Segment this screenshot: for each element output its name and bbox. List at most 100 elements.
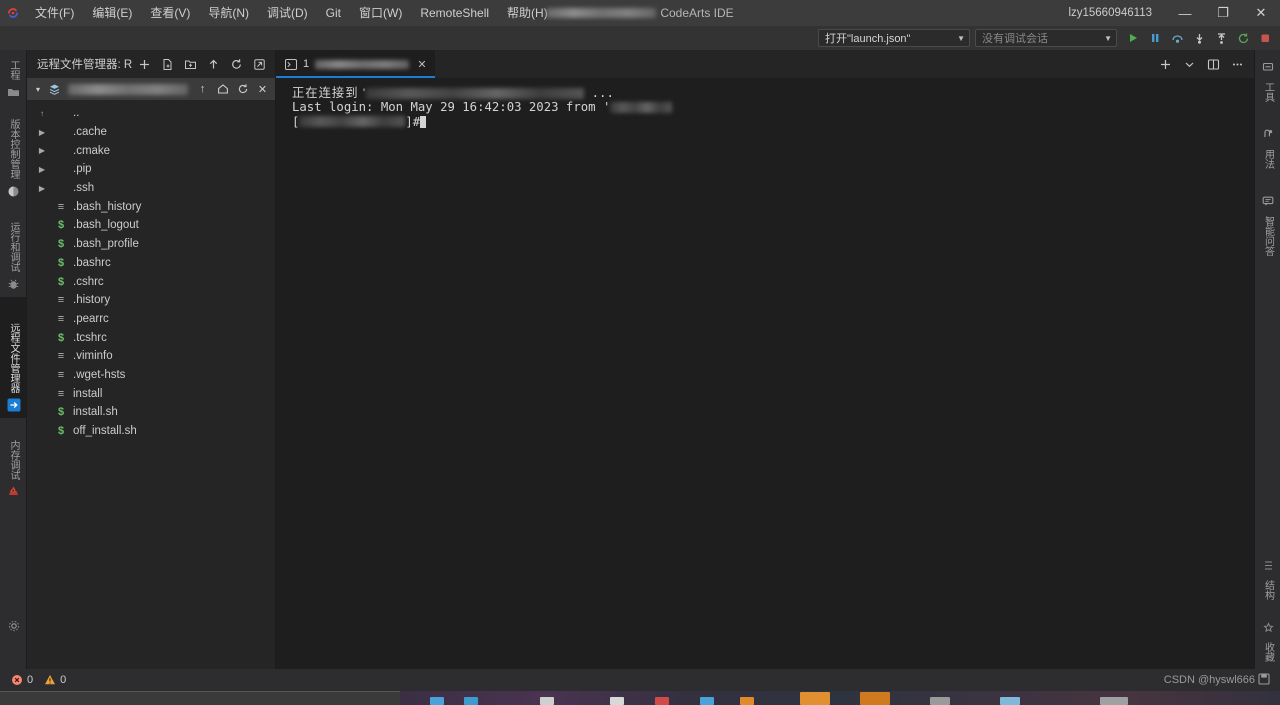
- menu-edit[interactable]: 编辑(E): [83, 2, 141, 24]
- chevron-right-icon[interactable]: ▶: [35, 165, 49, 174]
- new-folder-icon[interactable]: [180, 54, 201, 75]
- list-item[interactable]: ≡ .bash_history: [27, 197, 275, 216]
- problems-status[interactable]: 0 0: [6, 674, 70, 687]
- bug-icon: [7, 277, 21, 291]
- redacted-prompt-user-host: [299, 116, 406, 128]
- folder-icon: [7, 85, 21, 99]
- list-item[interactable]: ≡ .pearrc: [27, 310, 275, 329]
- menu-window[interactable]: 窗口(W): [350, 2, 411, 24]
- sidebar-item-run-debug[interactable]: 运行和调试: [0, 204, 27, 297]
- taskbar-icon: [740, 697, 754, 705]
- sidebar-item-source-control[interactable]: 版本控制管理: [0, 105, 27, 204]
- more-actions-icon[interactable]: [1226, 53, 1248, 75]
- list-item[interactable]: $ .bash_profile: [27, 235, 275, 254]
- file-name: install.sh: [73, 406, 118, 419]
- pause-icon[interactable]: [1145, 28, 1165, 48]
- chevron-down-icon[interactable]: ▾: [32, 85, 44, 94]
- list-item[interactable]: ▶ .pip: [27, 160, 275, 179]
- list-item[interactable]: $ .bashrc: [27, 254, 275, 273]
- list-item[interactable]: ↑ ..: [27, 104, 275, 123]
- launch-config-select[interactable]: 打开"launch.json" ▼: [818, 29, 970, 47]
- terminal-output[interactable]: 正在连接到 ' ... Last login: Mon May 29 16:42…: [276, 78, 1254, 679]
- usage-icon: [1262, 127, 1274, 145]
- minimize-button[interactable]: —: [1166, 0, 1204, 26]
- new-terminal-icon[interactable]: [1154, 53, 1176, 75]
- step-over-icon[interactable]: [1167, 28, 1187, 48]
- menu-git[interactable]: Git: [317, 2, 350, 24]
- list-item[interactable]: ≡ .viminfo: [27, 347, 275, 366]
- refresh-path-icon[interactable]: [234, 81, 251, 98]
- debug-session-value: 没有调试会话: [982, 33, 1048, 45]
- watermark-text: CSDN @hyswl666: [1163, 674, 1255, 686]
- debug-session-select[interactable]: 没有调试会话 ▼: [975, 29, 1117, 47]
- sidebar-item-project[interactable]: 工程: [0, 50, 27, 105]
- explorer-title: 远程文件管理器: RE...: [37, 59, 132, 71]
- maximize-button[interactable]: ❐: [1204, 0, 1242, 26]
- list-item[interactable]: $ off_install.sh: [27, 422, 275, 441]
- split-terminal-icon[interactable]: [1202, 53, 1224, 75]
- list-item[interactable]: ≡ install: [27, 384, 275, 403]
- menu-view[interactable]: 查看(V): [141, 2, 199, 24]
- close-icon[interactable]: ✕: [415, 58, 429, 71]
- refresh-icon[interactable]: [226, 54, 247, 75]
- redacted-project-name: [546, 8, 657, 18]
- tools-icon: [1262, 60, 1274, 78]
- menu-file[interactable]: 文件(F): [26, 2, 83, 24]
- codearts-ide-window: 文件(F) 编辑(E) 查看(V) 导航(N) 调试(D) Git 窗口(W) …: [0, 0, 1280, 705]
- file-name: .bash_history: [73, 200, 142, 213]
- list-item[interactable]: ▶ .cache: [27, 123, 275, 142]
- chevron-down-icon: ▼: [957, 33, 965, 43]
- prompt-open-bracket: [: [292, 114, 300, 129]
- close-panel-icon[interactable]: ✕: [254, 81, 271, 98]
- tab-terminal-1[interactable]: 1 ✕: [276, 50, 436, 78]
- remote-file-explorer-panel: 远程文件管理器: RE... ▾: [27, 50, 276, 679]
- menu-help[interactable]: 帮助(H): [498, 2, 557, 24]
- home-icon[interactable]: [214, 81, 231, 98]
- list-item[interactable]: $ .bash_logout: [27, 216, 275, 235]
- remote-explorer-icon: [7, 398, 21, 412]
- menu-debug[interactable]: 调试(D): [258, 2, 317, 24]
- right-item-favorites[interactable]: 收藏: [1255, 613, 1280, 669]
- list-item[interactable]: $ .cshrc: [27, 272, 275, 291]
- account-name[interactable]: lzy15660946113: [1068, 7, 1152, 19]
- open-external-icon[interactable]: [249, 54, 270, 75]
- list-item[interactable]: $ .tcshrc: [27, 328, 275, 347]
- restart-icon[interactable]: [1233, 28, 1253, 48]
- close-button[interactable]: ✕: [1242, 0, 1280, 26]
- right-item-structure[interactable]: 结构: [1255, 551, 1280, 607]
- chevron-right-icon[interactable]: ▶: [35, 146, 49, 155]
- taskbar-icon-active: [800, 692, 830, 705]
- right-item-usage[interactable]: 用法: [1255, 109, 1280, 176]
- list-item[interactable]: ▶ .cmake: [27, 141, 275, 160]
- parent-folder-icon[interactable]: ↑: [194, 81, 211, 98]
- list-item[interactable]: ≡ .wget-hsts: [27, 366, 275, 385]
- run-icon[interactable]: [1123, 28, 1143, 48]
- right-item-tools[interactable]: 工具: [1255, 50, 1280, 109]
- add-connection-icon[interactable]: [134, 54, 155, 75]
- list-item[interactable]: $ install.sh: [27, 403, 275, 422]
- sidebar-item-remote-explorer[interactable]: 远程文件管理器: [0, 297, 27, 418]
- list-item[interactable]: ▶ .ssh: [27, 179, 275, 198]
- remote-path-bar[interactable]: ▾ ↑ ✕: [27, 78, 275, 100]
- stop-icon[interactable]: [1255, 28, 1275, 48]
- chevron-right-icon[interactable]: ▶: [35, 128, 49, 137]
- save-icon: [1258, 672, 1270, 688]
- settings-gear-icon[interactable]: [0, 613, 27, 639]
- chevron-right-icon[interactable]: ▶: [35, 184, 49, 193]
- file-name: .bash_profile: [73, 238, 139, 251]
- shell-file-icon: $: [57, 256, 65, 269]
- menu-remoteshell[interactable]: RemoteShell: [411, 2, 498, 24]
- right-item-label: 收藏: [1262, 642, 1274, 662]
- sidebar-item-memory-debug[interactable]: 内存调试: [0, 418, 27, 505]
- list-item[interactable]: ≡ .history: [27, 291, 275, 310]
- chevron-down-icon[interactable]: [1178, 53, 1200, 75]
- taskbar-icon: [860, 692, 890, 705]
- upload-icon[interactable]: [203, 54, 224, 75]
- step-out-icon[interactable]: [1211, 28, 1231, 48]
- step-into-icon[interactable]: [1189, 28, 1209, 48]
- right-item-chat-assistant[interactable]: 智能问答: [1255, 176, 1280, 263]
- menu-navigate[interactable]: 导航(N): [199, 2, 258, 24]
- file-name: .ssh: [73, 182, 95, 195]
- taskbar-icon: [700, 697, 714, 705]
- new-file-icon[interactable]: [157, 54, 178, 75]
